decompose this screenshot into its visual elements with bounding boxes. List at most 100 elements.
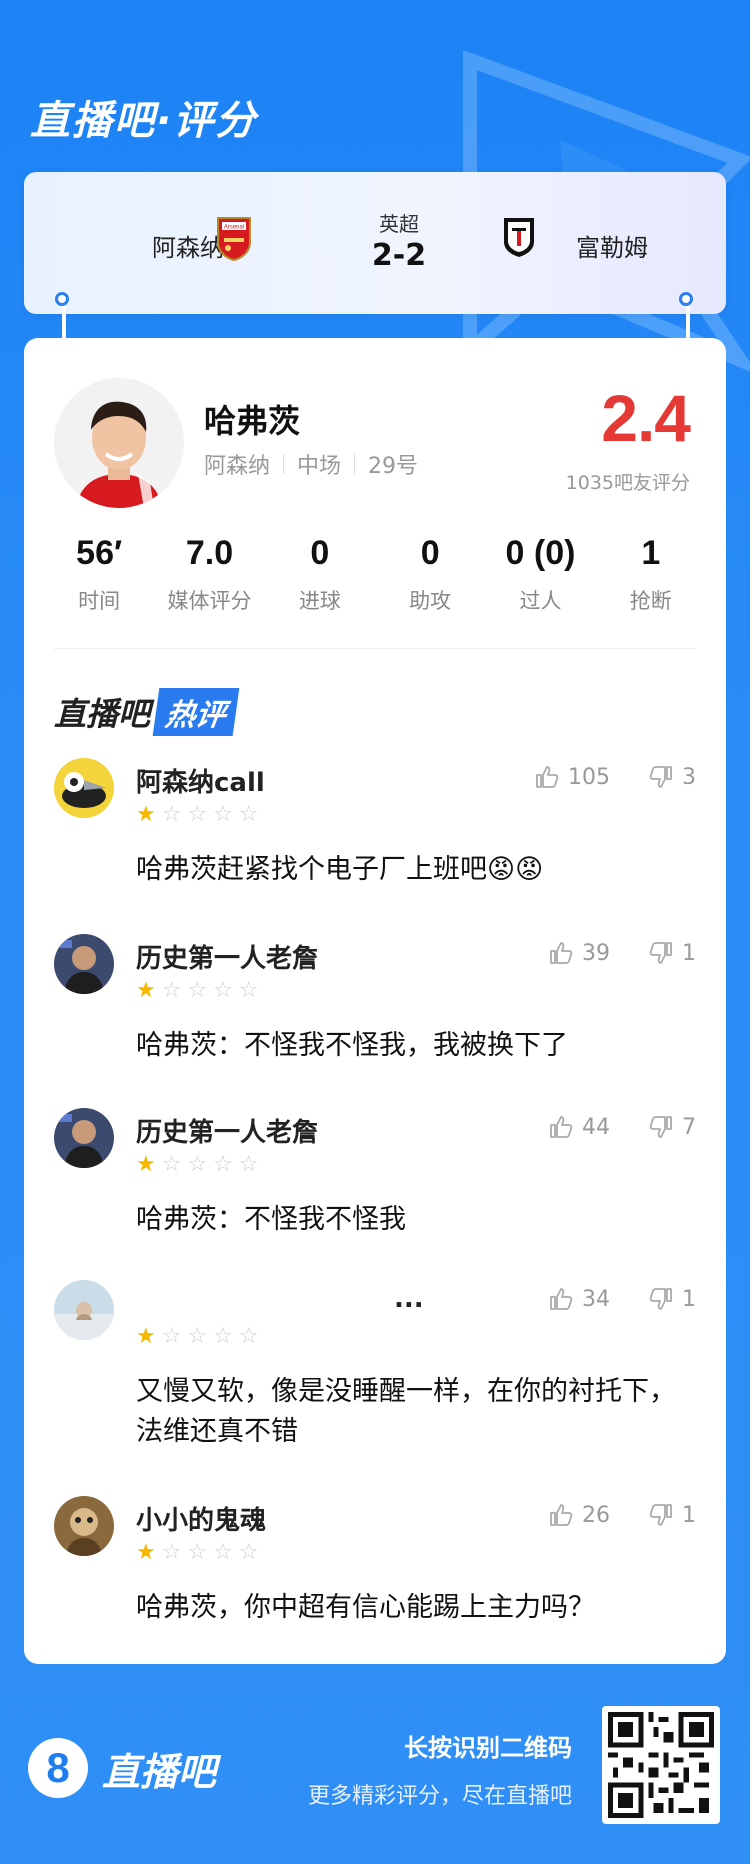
- thumbs-down-icon: [649, 766, 672, 788]
- comment-username[interactable]: 小小的鬼魂: [136, 1500, 266, 1537]
- player-rating-card: 哈弗茨 阿森纳 中场 29号 2.4 1035吧友评分 56′ 时间 7.0 媒…: [24, 338, 726, 1664]
- like-count: 44: [582, 1114, 610, 1140]
- thumbs-down-icon: [649, 1288, 672, 1310]
- dislike-count: 1: [682, 940, 696, 966]
- player-rating: 2.4: [601, 381, 691, 455]
- stat-label: 过人: [519, 589, 562, 613]
- player-avatar[interactable]: [54, 378, 184, 508]
- stat-value: 1: [641, 534, 661, 572]
- comment-item: ... 34 1 ★☆☆☆☆ 又慢又软，像是没睡醒一样，在你的衬托下，法维还真不…: [54, 1280, 696, 1460]
- thumbs-up-icon: [550, 1288, 573, 1310]
- connector-dot: [679, 292, 693, 306]
- league-label: 英超: [379, 212, 419, 236]
- avatar[interactable]: [54, 934, 114, 994]
- rating-count: 1035吧友评分: [565, 472, 690, 494]
- qr-title: 长按识别二维码: [404, 1734, 572, 1762]
- dislike-count: 1: [682, 1286, 696, 1312]
- star-empty-icon: ☆☆☆☆: [161, 1324, 265, 1349]
- comment-text: 哈弗茨：不怪我不怪我，我被换下了: [136, 1030, 568, 1061]
- thumbs-up-icon: [550, 1116, 573, 1138]
- match-card[interactable]: 阿森纳 Arsenal 英超 2-2 富勒姆: [24, 172, 726, 314]
- user-avatar-icon: [54, 758, 114, 818]
- star-filled-icon: ★: [136, 1152, 162, 1177]
- dislike-button[interactable]: 1: [648, 940, 696, 966]
- match-score: 2-2: [371, 238, 427, 273]
- dislike-button[interactable]: 1: [648, 1286, 696, 1312]
- star-filled-icon: ★: [136, 802, 162, 827]
- avatar[interactable]: [54, 1280, 114, 1340]
- stat-value: 0 (0): [505, 534, 576, 572]
- stat-label: 抢断: [629, 589, 672, 613]
- dislike-button[interactable]: 1: [648, 1502, 696, 1528]
- qr-subtitle: 更多精彩评分，尽在直播吧: [307, 1784, 572, 1809]
- comment-text: 哈弗茨赶紧找个电子厂上班吧😡😡: [136, 854, 544, 885]
- avatar[interactable]: [54, 758, 114, 818]
- user-avatar-icon: [54, 934, 114, 994]
- hot-title-badge: 热评: [152, 688, 240, 736]
- comment-text: 又慢又软，像是没睡醒一样，在你的衬托下，法维还真不错: [136, 1376, 676, 1447]
- stats-row: 56′ 时间 7.0 媒体评分 0 进球 0 助攻 0 (0) 过人 1 抢断: [44, 534, 706, 615]
- comment-item: 历史第一人老詹 44 7 ★☆☆☆☆ 哈弗茨：不怪我不怪我: [54, 1108, 696, 1248]
- comment-item: 小小的鬼魂 26 1 ★☆☆☆☆ 哈弗茨，你中超有信心能踢上主力吗？: [54, 1496, 696, 1636]
- player-team: 阿森纳: [204, 454, 271, 479]
- stat-time: 56′ 时间: [44, 534, 154, 615]
- avatar[interactable]: [54, 1108, 114, 1168]
- svg-text:Arsenal: Arsenal: [224, 225, 244, 231]
- user-avatar-icon: [54, 1280, 114, 1340]
- like-button[interactable]: 39: [548, 940, 610, 966]
- brand-number-icon: 8: [28, 1738, 88, 1798]
- comment-username[interactable]: 历史第一人老詹: [136, 938, 318, 975]
- stat-label: 助攻: [409, 589, 452, 613]
- dislike-button[interactable]: 7: [648, 1114, 696, 1140]
- comment-username[interactable]: ...: [394, 1284, 424, 1314]
- stat-value: 0: [420, 534, 440, 572]
- qr-code[interactable]: [602, 1706, 720, 1824]
- like-button[interactable]: 44: [548, 1114, 610, 1140]
- thumbs-up-icon: [550, 1504, 573, 1526]
- user-avatar-icon: [54, 1496, 114, 1556]
- player-name: 哈弗茨: [204, 402, 301, 440]
- comment-username[interactable]: 历史第一人老詹: [136, 1112, 318, 1149]
- away-team-name: 富勒姆: [576, 234, 648, 262]
- stat-dribbles: 0 (0) 过人: [485, 534, 595, 615]
- player-number: 29号: [368, 454, 419, 479]
- page-title: 直播吧·评分: [30, 98, 258, 144]
- star-empty-icon: ☆☆☆☆: [161, 802, 265, 827]
- thumbs-down-icon: [649, 942, 672, 964]
- like-count: 34: [582, 1286, 610, 1312]
- like-button[interactable]: 34: [548, 1286, 610, 1312]
- star-rating: ★☆☆☆☆: [136, 802, 265, 827]
- section-divider: [54, 648, 696, 649]
- stat-tackles: 1 抢断: [596, 534, 706, 615]
- arsenal-crest-icon: Arsenal: [217, 217, 251, 262]
- like-button[interactable]: 26: [548, 1502, 610, 1528]
- star-empty-icon: ☆☆☆☆: [161, 1152, 265, 1177]
- stat-assists: 0 助攻: [375, 534, 485, 615]
- player-photo-icon: [54, 378, 184, 508]
- connector-dot: [55, 292, 69, 306]
- dislike-count: 1: [682, 1502, 696, 1528]
- dislike-count: 7: [682, 1114, 696, 1140]
- stat-label: 媒体评分: [167, 589, 252, 613]
- like-button[interactable]: 105: [534, 764, 610, 790]
- fulham-crest-icon: [504, 218, 534, 257]
- stat-value: 7.0: [185, 534, 234, 572]
- star-rating: ★☆☆☆☆: [136, 1324, 265, 1349]
- dislike-count: 3: [682, 764, 696, 790]
- stat-value: 56′: [76, 534, 123, 572]
- dislike-button[interactable]: 3: [648, 764, 696, 790]
- star-filled-icon: ★: [136, 1540, 162, 1565]
- divider: [283, 454, 285, 474]
- divider: [354, 454, 356, 474]
- thumbs-down-icon: [649, 1504, 672, 1526]
- footer-brand-logo[interactable]: 8 直播吧: [28, 1738, 216, 1798]
- comment-username[interactable]: 阿森纳call: [136, 762, 265, 799]
- stat-label: 进球: [298, 589, 341, 613]
- star-empty-icon: ☆☆☆☆: [161, 978, 265, 1003]
- hot-comments-title: 直播吧 热评: [54, 688, 240, 736]
- like-count: 26: [582, 1502, 610, 1528]
- stat-goals: 0 进球: [265, 534, 375, 615]
- star-filled-icon: ★: [136, 1324, 162, 1349]
- thumbs-down-icon: [649, 1116, 672, 1138]
- avatar[interactable]: [54, 1496, 114, 1556]
